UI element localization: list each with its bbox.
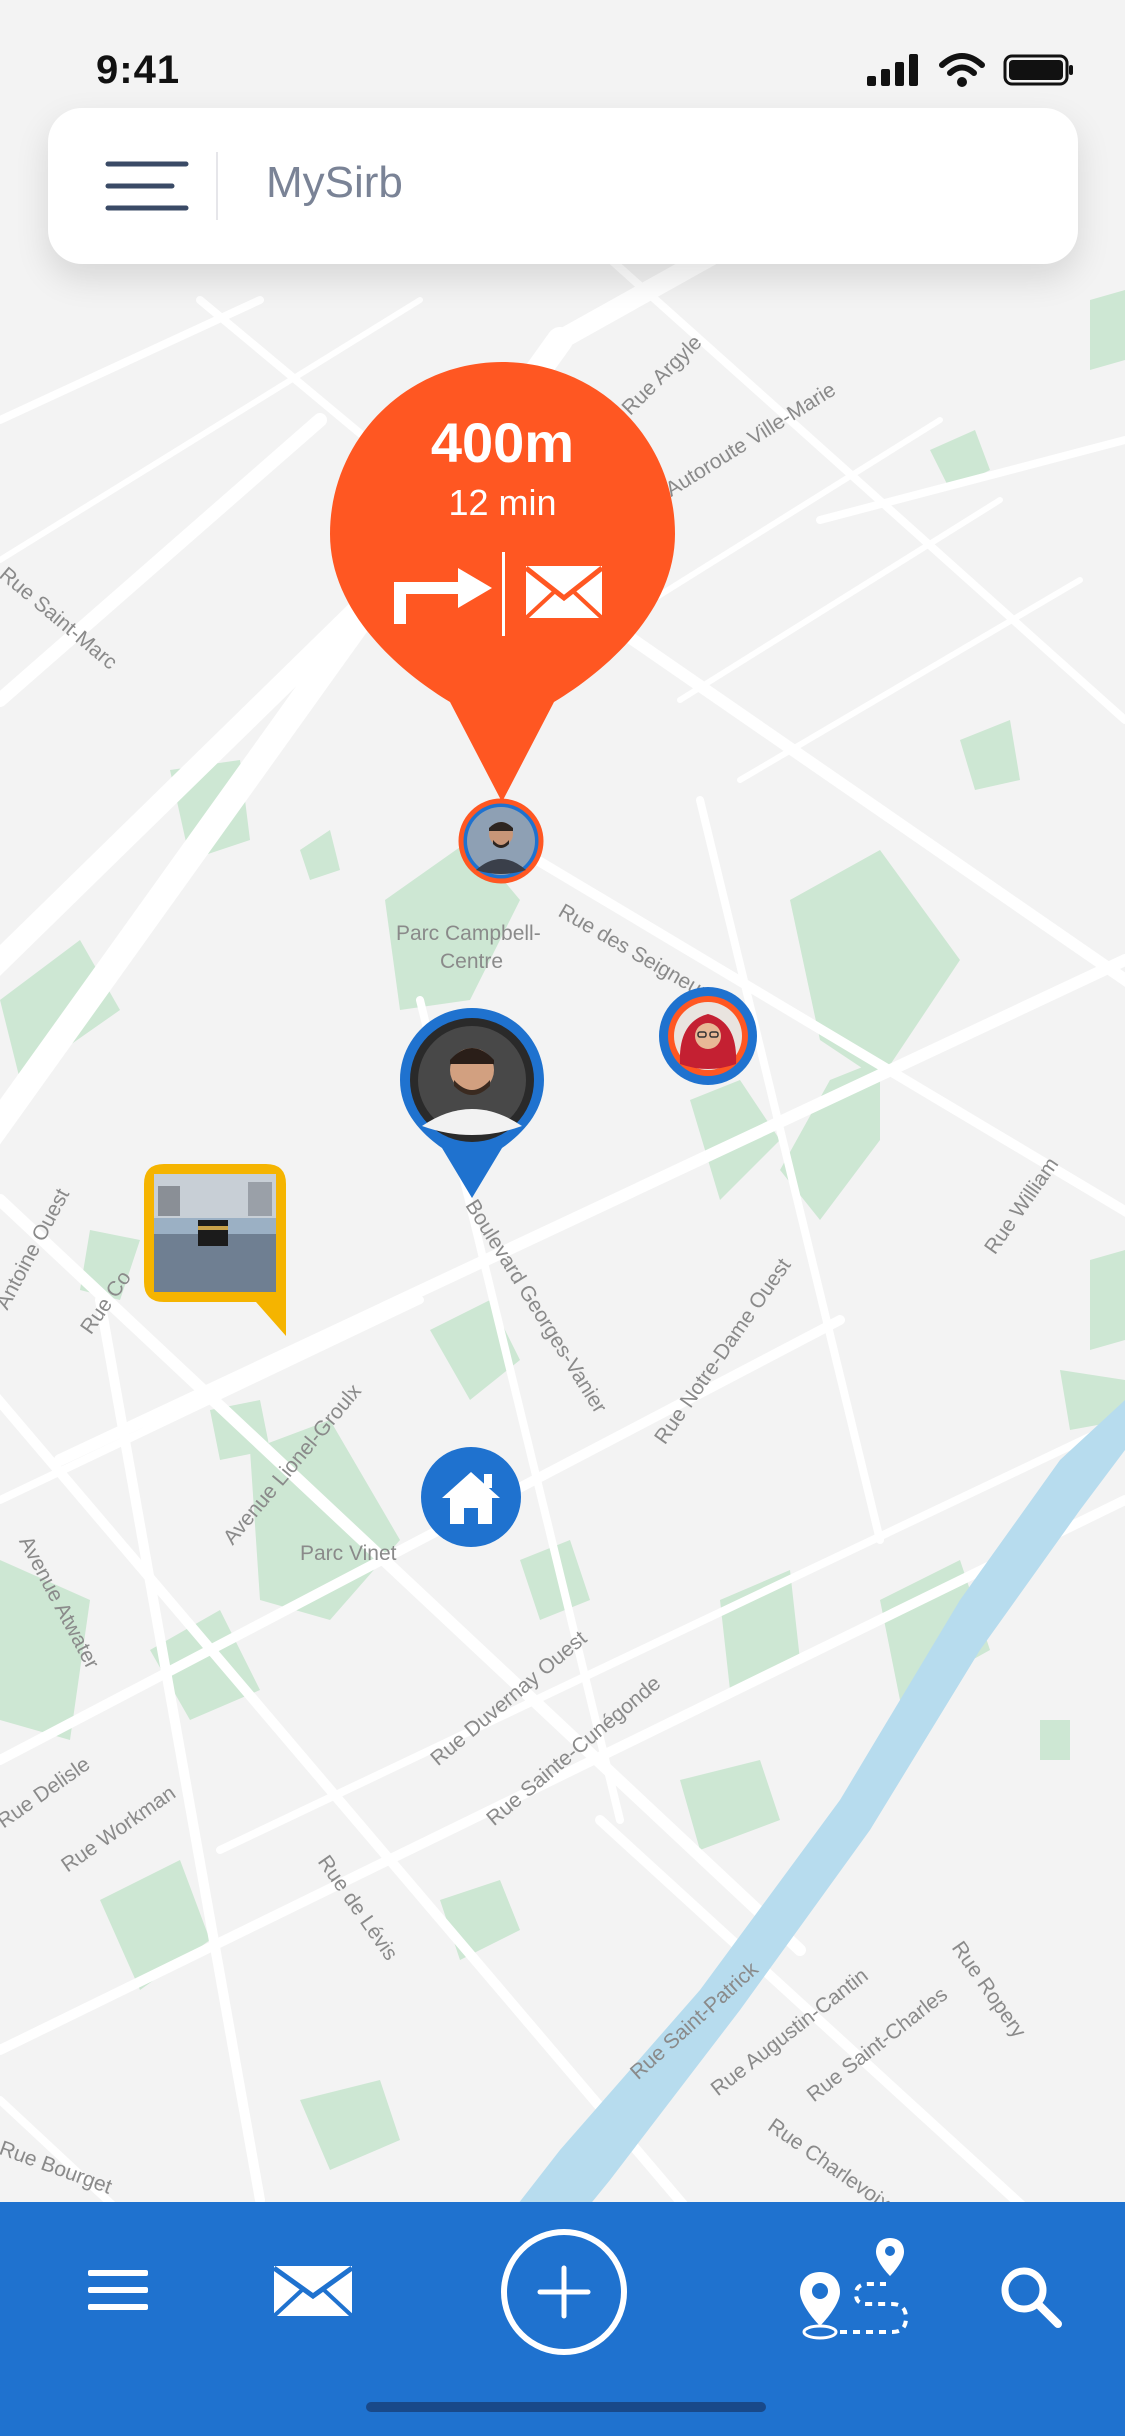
photo-marker[interactable]: [144, 1164, 290, 1336]
destination-separator: [502, 552, 505, 636]
nav-menu-button[interactable]: [86, 2264, 150, 2316]
destination-eta: 12 min: [448, 482, 557, 523]
destination-pin[interactable]: 400m 12 min: [330, 362, 675, 802]
cellular-signal-icon: [867, 54, 918, 86]
directions-button[interactable]: [390, 558, 494, 628]
app-title: MySirb: [266, 158, 403, 207]
blue-location-pin-icon: [400, 1008, 544, 1198]
map-label-parc-vinet: Parc Vinet: [300, 1542, 397, 1565]
user-marker-woman[interactable]: [656, 984, 760, 1088]
photo-marker-shape: [144, 1164, 286, 1336]
status-icons: [867, 50, 1075, 90]
envelope-icon: [524, 566, 604, 620]
route-pins-icon: [800, 2238, 909, 2340]
menu-icon: [88, 2270, 148, 2310]
destination-distance: 400m: [430, 411, 575, 474]
menu-lines-icon: [105, 161, 189, 211]
home-indicator: [366, 2402, 766, 2412]
nav-messages-button[interactable]: [272, 2264, 354, 2318]
header-search-card[interactable]: MySirb: [48, 108, 1078, 264]
user-marker-man-small[interactable]: [458, 798, 544, 884]
destination-message-button[interactable]: [524, 564, 604, 620]
wifi-icon: [939, 53, 985, 87]
user-location-pin[interactable]: [400, 1008, 544, 1198]
hamburger-menu-button[interactable]: [102, 152, 192, 220]
home-marker[interactable]: [420, 1446, 522, 1548]
plus-circle-icon: [501, 2229, 627, 2355]
nav-route-button[interactable]: [796, 2236, 912, 2342]
user-avatar-woman: [659, 987, 757, 1085]
nav-search-button[interactable]: [998, 2264, 1064, 2330]
map-label-parc-campbell: Parc Campbell-: [396, 922, 541, 945]
nav-add-button[interactable]: [498, 2226, 630, 2358]
home-icon: [421, 1447, 521, 1547]
turn-right-arrow-icon: [394, 568, 492, 624]
map-label-centre: Centre: [440, 950, 504, 973]
envelope-icon: [272, 2265, 354, 2318]
user-avatar-man-small: [458, 798, 544, 884]
magnifier-icon: [1001, 2267, 1062, 2328]
header-divider: [216, 152, 218, 220]
battery-icon: [1003, 54, 1073, 86]
status-time: 9:41: [96, 48, 181, 92]
